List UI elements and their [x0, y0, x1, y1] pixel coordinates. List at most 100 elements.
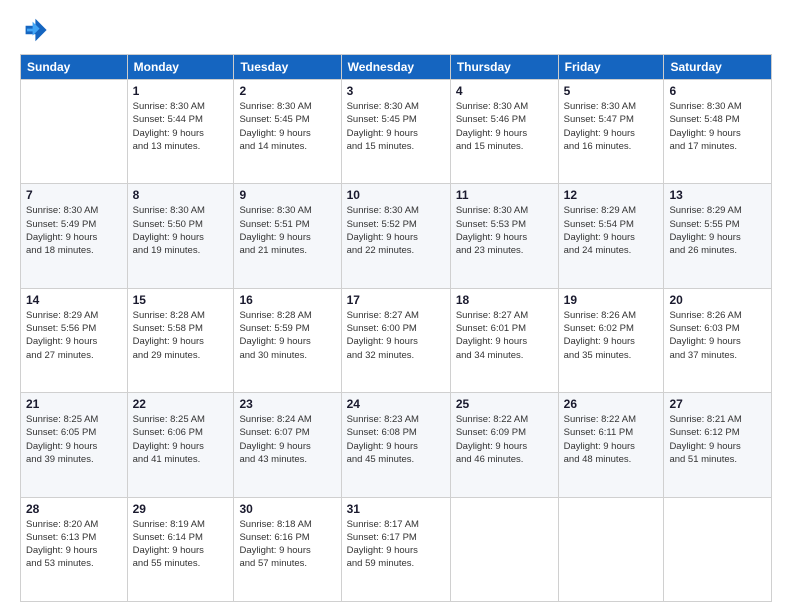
day-info: Sunrise: 8:24 AMSunset: 6:07 PMDaylight:…: [239, 413, 335, 466]
day-info: Sunrise: 8:30 AMSunset: 5:51 PMDaylight:…: [239, 204, 335, 257]
day-info: Sunrise: 8:30 AMSunset: 5:46 PMDaylight:…: [456, 100, 553, 153]
day-number: 18: [456, 293, 553, 307]
calendar-cell: 16 Sunrise: 8:28 AMSunset: 5:59 PMDayligh…: [234, 288, 341, 392]
day-info: Sunrise: 8:23 AMSunset: 6:08 PMDaylight:…: [347, 413, 445, 466]
calendar-cell: 30 Sunrise: 8:18 AMSunset: 6:16 PMDayligh…: [234, 497, 341, 601]
calendar-cell: 3Sunrise: 8:30 AMSunset: 5:45 PMDaylight…: [341, 80, 450, 184]
day-info: Sunrise: 8:29 AMSunset: 5:54 PMDaylight:…: [564, 204, 659, 257]
calendar-cell: 5 Sunrise: 8:30 AMSunset: 5:47 PMDaylight…: [558, 80, 664, 184]
day-of-week-thursday: Thursday: [450, 55, 558, 80]
calendar-cell: 22 Sunrise: 8:25 AMSunset: 6:06 PMDayligh…: [127, 393, 234, 497]
calendar-cell: [21, 80, 128, 184]
logo: [20, 16, 52, 44]
day-number: 27: [669, 397, 766, 411]
day-info: Sunrise: 8:17 AMSunset: 6:17 PMDaylight:…: [347, 518, 445, 571]
day-number: 28: [26, 502, 122, 516]
day-info: Sunrise: 8:27 AMSunset: 6:01 PMDaylight:…: [456, 309, 553, 362]
calendar-cell: 24 Sunrise: 8:23 AMSunset: 6:08 PMDayligh…: [341, 393, 450, 497]
calendar-cell: 21 Sunrise: 8:25 AMSunset: 6:05 PMDayligh…: [21, 393, 128, 497]
calendar-table: SundayMondayTuesdayWednesdayThursdayFrid…: [20, 54, 772, 602]
calendar-cell: [664, 497, 772, 601]
calendar-cell: 12 Sunrise: 8:29 AMSunset: 5:54 PMDayligh…: [558, 184, 664, 288]
day-info: Sunrise: 8:28 AMSunset: 5:58 PMDaylight:…: [133, 309, 229, 362]
day-number: 2: [239, 84, 335, 98]
day-number: 14: [26, 293, 122, 307]
calendar-cell: 18 Sunrise: 8:27 AMSunset: 6:01 PMDayligh…: [450, 288, 558, 392]
day-info: Sunrise: 8:22 AMSunset: 6:09 PMDaylight:…: [456, 413, 553, 466]
day-of-week-sunday: Sunday: [21, 55, 128, 80]
day-number: 23: [239, 397, 335, 411]
calendar-cell: 28 Sunrise: 8:20 AMSunset: 6:13 PMDayligh…: [21, 497, 128, 601]
day-of-week-monday: Monday: [127, 55, 234, 80]
day-info: Sunrise: 8:26 AMSunset: 6:02 PMDaylight:…: [564, 309, 659, 362]
week-row-3: 14 Sunrise: 8:29 AMSunset: 5:56 PMDayligh…: [21, 288, 772, 392]
day-number: 16: [239, 293, 335, 307]
calendar-cell: 2Sunrise: 8:30 AMSunset: 5:45 PMDaylight…: [234, 80, 341, 184]
day-info: Sunrise: 8:20 AMSunset: 6:13 PMDaylight:…: [26, 518, 122, 571]
day-number: 4: [456, 84, 553, 98]
day-info: Sunrise: 8:29 AMSunset: 5:56 PMDaylight:…: [26, 309, 122, 362]
logo-icon: [20, 16, 48, 44]
calendar-cell: 11 Sunrise: 8:30 AMSunset: 5:53 PMDayligh…: [450, 184, 558, 288]
calendar-cell: 31 Sunrise: 8:17 AMSunset: 6:17 PMDayligh…: [341, 497, 450, 601]
calendar-cell: 23 Sunrise: 8:24 AMSunset: 6:07 PMDayligh…: [234, 393, 341, 497]
day-number: 12: [564, 188, 659, 202]
day-number: 11: [456, 188, 553, 202]
calendar-cell: [558, 497, 664, 601]
day-of-week-saturday: Saturday: [664, 55, 772, 80]
day-info: Sunrise: 8:30 AMSunset: 5:52 PMDaylight:…: [347, 204, 445, 257]
calendar-cell: 17 Sunrise: 8:27 AMSunset: 6:00 PMDayligh…: [341, 288, 450, 392]
calendar-cell: 19 Sunrise: 8:26 AMSunset: 6:02 PMDayligh…: [558, 288, 664, 392]
week-row-4: 21 Sunrise: 8:25 AMSunset: 6:05 PMDayligh…: [21, 393, 772, 497]
day-number: 25: [456, 397, 553, 411]
day-number: 24: [347, 397, 445, 411]
calendar-cell: 27 Sunrise: 8:21 AMSunset: 6:12 PMDayligh…: [664, 393, 772, 497]
day-info: Sunrise: 8:25 AMSunset: 6:05 PMDaylight:…: [26, 413, 122, 466]
calendar-body: 1 Sunrise: 8:30 AMSunset: 5:44 PMDaylight…: [21, 80, 772, 602]
header: [20, 16, 772, 44]
calendar-cell: 6 Sunrise: 8:30 AMSunset: 5:48 PMDaylight…: [664, 80, 772, 184]
calendar-cell: 7Sunrise: 8:30 AMSunset: 5:49 PMDaylight…: [21, 184, 128, 288]
day-info: Sunrise: 8:30 AMSunset: 5:47 PMDaylight:…: [564, 100, 659, 153]
week-row-5: 28 Sunrise: 8:20 AMSunset: 6:13 PMDayligh…: [21, 497, 772, 601]
day-info: Sunrise: 8:22 AMSunset: 6:11 PMDaylight:…: [564, 413, 659, 466]
day-number: 19: [564, 293, 659, 307]
day-info: Sunrise: 8:30 AMSunset: 5:44 PMDaylight:…: [133, 100, 229, 153]
day-number: 22: [133, 397, 229, 411]
calendar-cell: 13 Sunrise: 8:29 AMSunset: 5:55 PMDayligh…: [664, 184, 772, 288]
day-info: Sunrise: 8:30 AMSunset: 5:48 PMDaylight:…: [669, 100, 766, 153]
calendar-cell: 29Sunrise: 8:19 AMSunset: 6:14 PMDayligh…: [127, 497, 234, 601]
day-number: 17: [347, 293, 445, 307]
day-info: Sunrise: 8:27 AMSunset: 6:00 PMDaylight:…: [347, 309, 445, 362]
calendar-cell: 15 Sunrise: 8:28 AMSunset: 5:58 PMDayligh…: [127, 288, 234, 392]
day-info: Sunrise: 8:25 AMSunset: 6:06 PMDaylight:…: [133, 413, 229, 466]
day-info: Sunrise: 8:21 AMSunset: 6:12 PMDaylight:…: [669, 413, 766, 466]
day-number: 10: [347, 188, 445, 202]
calendar-cell: 10 Sunrise: 8:30 AMSunset: 5:52 PMDayligh…: [341, 184, 450, 288]
day-number: 9: [239, 188, 335, 202]
calendar-header: SundayMondayTuesdayWednesdayThursdayFrid…: [21, 55, 772, 80]
day-of-week-wednesday: Wednesday: [341, 55, 450, 80]
calendar-cell: 4 Sunrise: 8:30 AMSunset: 5:46 PMDaylight…: [450, 80, 558, 184]
day-number: 6: [669, 84, 766, 98]
day-number: 13: [669, 188, 766, 202]
day-number: 5: [564, 84, 659, 98]
calendar-cell: 20Sunrise: 8:26 AMSunset: 6:03 PMDayligh…: [664, 288, 772, 392]
day-number: 1: [133, 84, 229, 98]
week-row-1: 1 Sunrise: 8:30 AMSunset: 5:44 PMDaylight…: [21, 80, 772, 184]
day-number: 21: [26, 397, 122, 411]
calendar-cell: 14 Sunrise: 8:29 AMSunset: 5:56 PMDayligh…: [21, 288, 128, 392]
day-number: 20: [669, 293, 766, 307]
day-number: 3: [347, 84, 445, 98]
day-info: Sunrise: 8:18 AMSunset: 6:16 PMDaylight:…: [239, 518, 335, 571]
calendar-cell: 26Sunrise: 8:22 AMSunset: 6:11 PMDayligh…: [558, 393, 664, 497]
day-info: Sunrise: 8:30 AMSunset: 5:49 PMDaylight:…: [26, 204, 122, 257]
day-number: 15: [133, 293, 229, 307]
days-of-week-row: SundayMondayTuesdayWednesdayThursdayFrid…: [21, 55, 772, 80]
day-info: Sunrise: 8:29 AMSunset: 5:55 PMDaylight:…: [669, 204, 766, 257]
day-info: Sunrise: 8:28 AMSunset: 5:59 PMDaylight:…: [239, 309, 335, 362]
calendar-cell: 9 Sunrise: 8:30 AMSunset: 5:51 PMDaylight…: [234, 184, 341, 288]
day-number: 31: [347, 502, 445, 516]
day-info: Sunrise: 8:30 AMSunset: 5:53 PMDaylight:…: [456, 204, 553, 257]
day-number: 30: [239, 502, 335, 516]
